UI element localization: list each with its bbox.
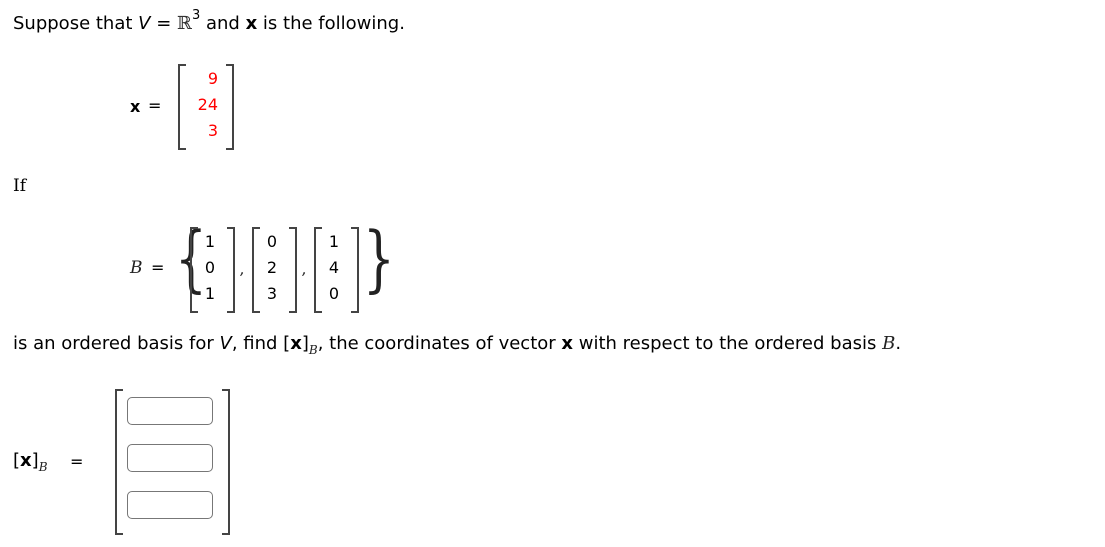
basis-vector-3: 1 4 0 (324, 229, 344, 307)
var-x: x (245, 13, 258, 34)
question-part: is an ordered basis for (13, 333, 220, 354)
var-V: V (138, 13, 151, 34)
intro-suffix: is the following. (257, 13, 405, 34)
intro-prefix: Suppose that (13, 13, 139, 34)
comma: , (240, 259, 246, 278)
question-part: with respect to the ordered basis (573, 333, 883, 354)
left-bracket (115, 389, 123, 535)
coordinate-input-2[interactable] (127, 444, 213, 472)
question-part: , the coordinates of vector (317, 333, 562, 354)
right-brace: } (362, 216, 395, 300)
left-bracket (178, 64, 186, 150)
answer-label: [x]B (13, 450, 48, 474)
var-x: x (290, 333, 302, 354)
basis-entry: 3 (266, 284, 278, 303)
intro-text: Suppose that V = ℝ3 and x is the followi… (13, 8, 405, 34)
left-bracket (252, 227, 260, 313)
basis-entry: 2 (266, 258, 278, 277)
right-bracket (227, 227, 235, 313)
x-values: 9 24 3 (190, 66, 218, 144)
basis-entry: 0 (204, 258, 216, 277)
basis-vector-1: 1 0 1 (200, 229, 220, 307)
left-bracket (314, 227, 322, 313)
if-label: If (13, 176, 27, 196)
equals-sign: = (150, 13, 178, 34)
basis-entry: 4 (328, 258, 340, 277)
x-label: x (130, 97, 141, 116)
right-bracket-symbol: ] (31, 450, 39, 471)
question-part: , find (231, 333, 284, 354)
subscript-B: B (308, 343, 318, 357)
var-V: V (219, 333, 232, 354)
right-bracket-symbol: ] (301, 333, 309, 354)
basis-equals: = (151, 258, 165, 277)
basis-entry: 1 (328, 232, 340, 251)
x-value: 3 (207, 121, 218, 140)
answer-equals: = (70, 452, 84, 471)
coordinate-input-3[interactable] (127, 491, 213, 519)
and-text: and (200, 13, 246, 34)
left-bracket (190, 227, 198, 313)
left-bracket-symbol: [ (13, 450, 21, 471)
basis-label: B (130, 258, 143, 278)
basis-entry: 1 (204, 232, 216, 251)
var-x: x (20, 450, 32, 471)
x-value: 24 (197, 95, 218, 114)
comma: , (302, 259, 308, 278)
right-bracket (351, 227, 359, 313)
var-x: x (561, 333, 574, 354)
right-bracket (222, 389, 230, 535)
real-numbers-symbol: ℝ (177, 13, 192, 34)
basis-entry: 0 (266, 232, 278, 251)
basis-symbol: B (882, 333, 896, 354)
exponent: 3 (191, 8, 201, 23)
right-bracket (289, 227, 297, 313)
question-text: is an ordered basis for V, find [x]B, th… (13, 333, 902, 357)
x-equals: = (148, 96, 162, 115)
basis-entry: 0 (328, 284, 340, 303)
right-bracket (226, 64, 234, 150)
basis-vector-2: 0 2 3 (262, 229, 282, 307)
x-value: 9 (207, 69, 218, 88)
period: . (895, 333, 902, 354)
coordinate-input-1[interactable] (127, 397, 213, 425)
basis-entry: 1 (204, 284, 216, 303)
subscript-B: B (38, 460, 48, 474)
